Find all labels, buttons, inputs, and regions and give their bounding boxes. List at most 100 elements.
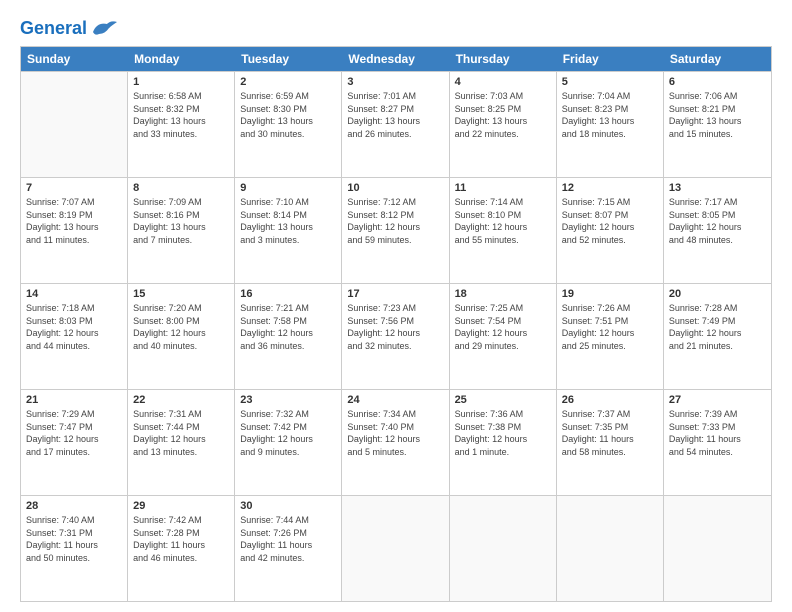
- calendar-day-3: 3Sunrise: 7:01 AM Sunset: 8:27 PM Daylig…: [342, 72, 449, 177]
- day-number: 13: [669, 181, 766, 196]
- calendar-header: SundayMondayTuesdayWednesdayThursdayFrid…: [21, 47, 771, 71]
- day-number: 1: [133, 75, 229, 90]
- calendar-day-25: 25Sunrise: 7:36 AM Sunset: 7:38 PM Dayli…: [450, 390, 557, 495]
- day-number: 23: [240, 393, 336, 408]
- day-info: Sunrise: 7:15 AM Sunset: 8:07 PM Dayligh…: [562, 197, 635, 245]
- day-number: 3: [347, 75, 443, 90]
- day-number: 7: [26, 181, 122, 196]
- logo: General: [20, 18, 117, 36]
- calendar-day-27: 27Sunrise: 7:39 AM Sunset: 7:33 PM Dayli…: [664, 390, 771, 495]
- day-info: Sunrise: 7:12 AM Sunset: 8:12 PM Dayligh…: [347, 197, 420, 245]
- calendar-day-empty: [21, 72, 128, 177]
- day-number: 30: [240, 499, 336, 514]
- calendar-day-19: 19Sunrise: 7:26 AM Sunset: 7:51 PM Dayli…: [557, 284, 664, 389]
- weekday-header-thursday: Thursday: [450, 47, 557, 71]
- calendar-day-23: 23Sunrise: 7:32 AM Sunset: 7:42 PM Dayli…: [235, 390, 342, 495]
- day-info: Sunrise: 7:36 AM Sunset: 7:38 PM Dayligh…: [455, 409, 528, 457]
- calendar-day-14: 14Sunrise: 7:18 AM Sunset: 8:03 PM Dayli…: [21, 284, 128, 389]
- calendar-day-2: 2Sunrise: 6:59 AM Sunset: 8:30 PM Daylig…: [235, 72, 342, 177]
- day-info: Sunrise: 7:29 AM Sunset: 7:47 PM Dayligh…: [26, 409, 99, 457]
- day-info: Sunrise: 7:34 AM Sunset: 7:40 PM Dayligh…: [347, 409, 420, 457]
- calendar-day-17: 17Sunrise: 7:23 AM Sunset: 7:56 PM Dayli…: [342, 284, 449, 389]
- day-number: 19: [562, 287, 658, 302]
- day-number: 6: [669, 75, 766, 90]
- day-info: Sunrise: 7:32 AM Sunset: 7:42 PM Dayligh…: [240, 409, 313, 457]
- day-info: Sunrise: 6:58 AM Sunset: 8:32 PM Dayligh…: [133, 91, 206, 139]
- calendar-day-8: 8Sunrise: 7:09 AM Sunset: 8:16 PM Daylig…: [128, 178, 235, 283]
- day-number: 5: [562, 75, 658, 90]
- calendar-day-10: 10Sunrise: 7:12 AM Sunset: 8:12 PM Dayli…: [342, 178, 449, 283]
- calendar: SundayMondayTuesdayWednesdayThursdayFrid…: [20, 46, 772, 602]
- calendar-day-6: 6Sunrise: 7:06 AM Sunset: 8:21 PM Daylig…: [664, 72, 771, 177]
- day-info: Sunrise: 7:03 AM Sunset: 8:25 PM Dayligh…: [455, 91, 528, 139]
- day-info: Sunrise: 7:37 AM Sunset: 7:35 PM Dayligh…: [562, 409, 634, 457]
- calendar-day-18: 18Sunrise: 7:25 AM Sunset: 7:54 PM Dayli…: [450, 284, 557, 389]
- day-info: Sunrise: 7:44 AM Sunset: 7:26 PM Dayligh…: [240, 515, 312, 563]
- day-number: 26: [562, 393, 658, 408]
- calendar-day-20: 20Sunrise: 7:28 AM Sunset: 7:49 PM Dayli…: [664, 284, 771, 389]
- day-info: Sunrise: 7:20 AM Sunset: 8:00 PM Dayligh…: [133, 303, 206, 351]
- day-info: Sunrise: 7:42 AM Sunset: 7:28 PM Dayligh…: [133, 515, 205, 563]
- day-info: Sunrise: 7:14 AM Sunset: 8:10 PM Dayligh…: [455, 197, 528, 245]
- calendar-day-empty: [664, 496, 771, 601]
- calendar-day-7: 7Sunrise: 7:07 AM Sunset: 8:19 PM Daylig…: [21, 178, 128, 283]
- day-info: Sunrise: 7:28 AM Sunset: 7:49 PM Dayligh…: [669, 303, 742, 351]
- day-number: 18: [455, 287, 551, 302]
- day-number: 27: [669, 393, 766, 408]
- calendar-row-4: 21Sunrise: 7:29 AM Sunset: 7:47 PM Dayli…: [21, 389, 771, 495]
- day-info: Sunrise: 7:23 AM Sunset: 7:56 PM Dayligh…: [347, 303, 420, 351]
- day-number: 28: [26, 499, 122, 514]
- page: General SundayMondayTuesdayWednesdayThur…: [0, 0, 792, 612]
- weekday-header-sunday: Sunday: [21, 47, 128, 71]
- logo-text: General: [20, 19, 87, 39]
- day-number: 24: [347, 393, 443, 408]
- day-number: 16: [240, 287, 336, 302]
- weekday-header-friday: Friday: [557, 47, 664, 71]
- calendar-day-13: 13Sunrise: 7:17 AM Sunset: 8:05 PM Dayli…: [664, 178, 771, 283]
- calendar-body: 1Sunrise: 6:58 AM Sunset: 8:32 PM Daylig…: [21, 71, 771, 601]
- calendar-day-empty: [450, 496, 557, 601]
- day-number: 14: [26, 287, 122, 302]
- weekday-header-wednesday: Wednesday: [342, 47, 449, 71]
- day-info: Sunrise: 7:09 AM Sunset: 8:16 PM Dayligh…: [133, 197, 206, 245]
- day-info: Sunrise: 7:40 AM Sunset: 7:31 PM Dayligh…: [26, 515, 98, 563]
- day-info: Sunrise: 7:26 AM Sunset: 7:51 PM Dayligh…: [562, 303, 635, 351]
- calendar-day-4: 4Sunrise: 7:03 AM Sunset: 8:25 PM Daylig…: [450, 72, 557, 177]
- calendar-day-28: 28Sunrise: 7:40 AM Sunset: 7:31 PM Dayli…: [21, 496, 128, 601]
- calendar-day-29: 29Sunrise: 7:42 AM Sunset: 7:28 PM Dayli…: [128, 496, 235, 601]
- calendar-day-15: 15Sunrise: 7:20 AM Sunset: 8:00 PM Dayli…: [128, 284, 235, 389]
- day-number: 8: [133, 181, 229, 196]
- day-number: 12: [562, 181, 658, 196]
- calendar-day-24: 24Sunrise: 7:34 AM Sunset: 7:40 PM Dayli…: [342, 390, 449, 495]
- day-number: 11: [455, 181, 551, 196]
- calendar-day-9: 9Sunrise: 7:10 AM Sunset: 8:14 PM Daylig…: [235, 178, 342, 283]
- day-info: Sunrise: 7:04 AM Sunset: 8:23 PM Dayligh…: [562, 91, 635, 139]
- calendar-day-12: 12Sunrise: 7:15 AM Sunset: 8:07 PM Dayli…: [557, 178, 664, 283]
- calendar-row-1: 1Sunrise: 6:58 AM Sunset: 8:32 PM Daylig…: [21, 71, 771, 177]
- weekday-header-tuesday: Tuesday: [235, 47, 342, 71]
- day-info: Sunrise: 7:10 AM Sunset: 8:14 PM Dayligh…: [240, 197, 313, 245]
- calendar-day-empty: [342, 496, 449, 601]
- day-info: Sunrise: 7:39 AM Sunset: 7:33 PM Dayligh…: [669, 409, 741, 457]
- weekday-header-monday: Monday: [128, 47, 235, 71]
- day-info: Sunrise: 7:17 AM Sunset: 8:05 PM Dayligh…: [669, 197, 742, 245]
- day-info: Sunrise: 7:01 AM Sunset: 8:27 PM Dayligh…: [347, 91, 420, 139]
- day-info: Sunrise: 7:25 AM Sunset: 7:54 PM Dayligh…: [455, 303, 528, 351]
- day-number: 29: [133, 499, 229, 514]
- logo-bird-icon: [89, 18, 117, 40]
- calendar-row-2: 7Sunrise: 7:07 AM Sunset: 8:19 PM Daylig…: [21, 177, 771, 283]
- day-info: Sunrise: 6:59 AM Sunset: 8:30 PM Dayligh…: [240, 91, 313, 139]
- calendar-row-5: 28Sunrise: 7:40 AM Sunset: 7:31 PM Dayli…: [21, 495, 771, 601]
- header: General: [20, 18, 772, 36]
- calendar-day-5: 5Sunrise: 7:04 AM Sunset: 8:23 PM Daylig…: [557, 72, 664, 177]
- day-number: 17: [347, 287, 443, 302]
- day-number: 10: [347, 181, 443, 196]
- day-info: Sunrise: 7:07 AM Sunset: 8:19 PM Dayligh…: [26, 197, 99, 245]
- calendar-day-22: 22Sunrise: 7:31 AM Sunset: 7:44 PM Dayli…: [128, 390, 235, 495]
- day-info: Sunrise: 7:06 AM Sunset: 8:21 PM Dayligh…: [669, 91, 742, 139]
- day-number: 4: [455, 75, 551, 90]
- weekday-header-saturday: Saturday: [664, 47, 771, 71]
- calendar-row-3: 14Sunrise: 7:18 AM Sunset: 8:03 PM Dayli…: [21, 283, 771, 389]
- calendar-day-30: 30Sunrise: 7:44 AM Sunset: 7:26 PM Dayli…: [235, 496, 342, 601]
- day-number: 22: [133, 393, 229, 408]
